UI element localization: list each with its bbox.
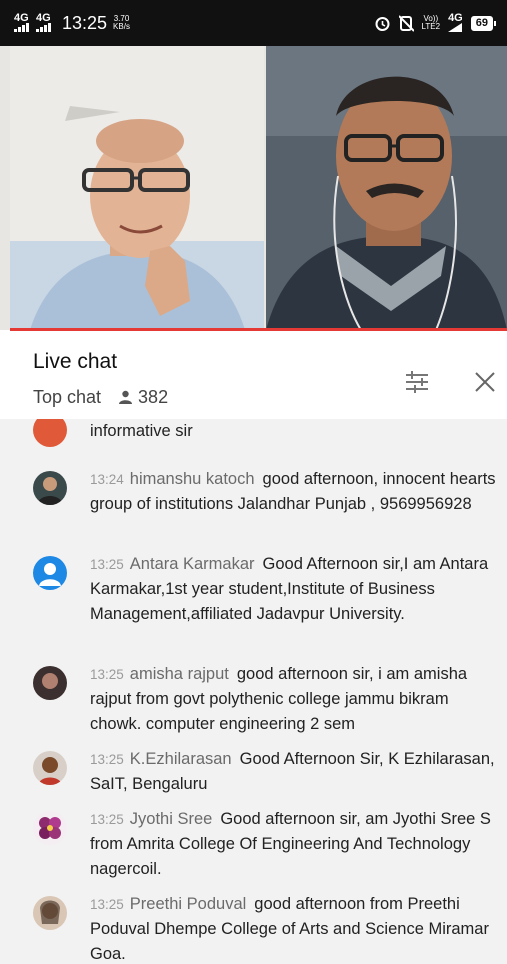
message-body: 13:25 Jyothi Sree Good afternoon sir, am J… [90,807,503,882]
message-time: 13:25 [90,752,124,767]
message-author[interactable]: K.Ezhilarasan [130,750,232,768]
tune-icon [406,371,428,393]
chat-message[interactable]: 13:25 K.Ezhilarasan Good Afternoon Sir, K … [33,747,503,797]
message-time: 13:25 [90,812,124,827]
lte-bottom: LTE2 [421,22,441,31]
message-time: 13:25 [90,667,124,682]
message-author[interactable]: Antara Karmakar [130,555,255,573]
message-author[interactable]: amisha rajput [130,665,229,683]
status-bar: 4G 4G 13:25 3.70 KB/s Vo)) LTE2 4G 69 [0,0,507,46]
message-time: 13:25 [90,897,124,912]
avatar [33,471,67,505]
status-right: Vo)) LTE2 4G 69 [374,12,497,34]
avatar [33,666,67,700]
message-body: 13:25 Antara Karmakar Good Afternoon sir,I… [90,552,503,627]
chat-close-button[interactable] [470,367,500,397]
message-body: 13:25 amisha rajput good afternoon sir, i … [90,662,503,737]
message-time: 13:24 [90,472,124,487]
message-body: 13:25 K.Ezhilarasan Good Afternoon Sir, K … [90,747,503,797]
chat-mode-selector[interactable]: Top chat 382 [33,387,168,408]
video-pane-left [10,46,264,330]
avatar [33,896,67,930]
person-icon [119,390,133,404]
viewer-count: 382 [138,387,169,407]
chat-title: Live chat [33,350,118,373]
network-icon: 4G [448,12,463,34]
message-text: informative sir [90,422,193,440]
status-left: 4G 4G 13:25 3.70 KB/s [14,12,130,34]
chat-message[interactable]: 13:25 Jyothi Sree Good afternoon sir, am J… [33,807,503,882]
avatar [33,556,67,590]
chat-message[interactable]: 13:25 amisha rajput good afternoon sir, i … [33,662,503,737]
alarm-icon [375,16,390,31]
message-author[interactable]: Jyothi Sree [130,810,213,828]
message-body: 13:25 Preethi Poduval good afternoon from … [90,892,503,964]
chat-message-partial: informative sir [33,419,503,447]
signal-icon: 4G [14,12,30,34]
avatar [33,811,67,845]
mute-icon [398,14,414,32]
volte-icon: Vo)) LTE2 [422,15,441,31]
chat-message[interactable]: 13:25 Antara Karmakar Good Afternoon sir,I… [33,552,503,627]
video-player[interactable] [0,46,507,330]
chat-mode-label: Top chat [33,387,102,407]
message-author[interactable]: Preethi Poduval [130,895,247,913]
message-body: 13:24 himanshu katoch good afternoon, inno… [90,467,503,517]
avatar [33,751,67,785]
signal-icon-2: 4G [36,12,52,34]
speaker-right-image [266,46,507,330]
speaker-left-image [10,46,264,330]
battery-icon: 69 [470,15,497,31]
network-speed: 3.70 KB/s [113,15,130,31]
chat-header: Live chat Top chat 382 [0,331,507,419]
battery-level: 69 [475,16,488,29]
clock: 13:25 [62,12,108,33]
avatar [33,419,67,447]
chat-filter-button[interactable] [402,367,432,397]
speed-unit: KB/s [113,22,130,31]
chat-message-list[interactable]: informative sir 13:24 himanshu katoch good… [0,419,507,964]
chat-message[interactable]: 13:24 himanshu katoch good afternoon, inno… [33,467,503,517]
video-pane-right [266,46,507,330]
message-time: 13:25 [90,557,124,572]
message-author[interactable]: himanshu katoch [130,470,255,488]
chat-message[interactable]: 13:25 Preethi Poduval good afternoon from … [33,892,503,964]
close-icon [475,372,495,392]
